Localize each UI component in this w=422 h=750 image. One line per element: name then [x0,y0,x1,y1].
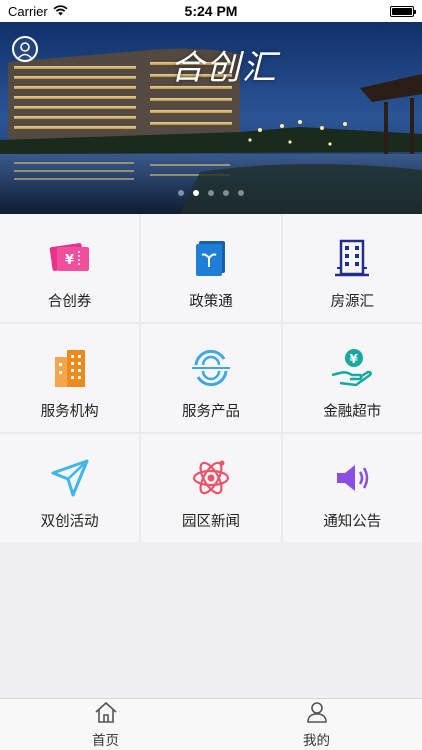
carousel-dot[interactable] [178,190,184,196]
tab-home-label: 首页 [92,732,119,749]
grid-item-agencies[interactable]: 服务机构 [0,324,140,432]
tab-profile[interactable]: 我的 [211,699,422,750]
feature-grid: ¥ 合创券 政策通 房源汇 服务机构 服务产品 ¥ 金融超市 双创活动 园区新闻… [0,214,422,542]
grid-item-label: 政策通 [189,294,233,310]
grid-item-activities[interactable]: 双创活动 [0,434,140,542]
svg-text:¥: ¥ [350,352,359,366]
banner-logo: 合创汇 [170,48,278,88]
paper-plane-icon [48,456,92,500]
money-hand-icon: ¥ [330,346,374,390]
wifi-icon [53,4,68,19]
grid-item-label: 服务机构 [40,404,99,420]
grid-item-coupon[interactable]: ¥ 合创券 [0,214,140,322]
tab-bar: 首页 我的 [0,698,422,750]
carousel-dot[interactable] [208,190,214,196]
carrier-label: Carrier [8,3,48,19]
grid-item-label: 双创活动 [40,514,99,530]
policy-book-icon [189,236,233,280]
battery-icon [390,5,416,17]
refresh-cycle-icon [189,346,233,390]
battery-fill [392,7,412,15]
carousel-dot[interactable] [223,190,229,196]
coupon-ticket-icon: ¥ [48,236,92,280]
user-avatar-icon[interactable] [12,36,38,62]
office-buildings-icon [48,346,92,390]
tab-home[interactable]: 首页 [0,699,211,750]
carousel-dot[interactable] [238,190,244,196]
profile-icon [306,701,328,727]
grid-item-policy[interactable]: 政策通 [141,214,281,322]
grid-item-label: 园区新闻 [181,514,240,530]
grid-item-label: 服务产品 [181,404,240,420]
building-icon [330,236,374,280]
grid-item-notices[interactable]: 通知公告 [282,434,422,542]
banner-carousel[interactable]: 合创汇 [0,22,422,214]
grid-item-label: 房源汇 [330,294,375,310]
carousel-dots [0,190,422,196]
grid-item-housing[interactable]: 房源汇 [282,214,422,322]
grid-item-label: 通知公告 [323,514,382,530]
grid-item-label: 合创券 [47,294,92,310]
grid-item-label: 金融超市 [323,404,382,420]
status-left: Carrier [8,4,68,19]
grid-item-news[interactable]: 园区新闻 [141,434,281,542]
grid-item-finance[interactable]: ¥ 金融超市 [282,324,422,432]
status-bar: Carrier 5:24 PM [0,0,422,22]
speaker-icon [330,456,374,500]
atom-icon [189,456,233,500]
carousel-dot[interactable] [193,190,199,196]
tab-profile-label: 我的 [303,732,330,749]
grid-item-products[interactable]: 服务产品 [141,324,281,432]
svg-text:¥: ¥ [65,253,74,268]
home-icon [94,701,118,727]
